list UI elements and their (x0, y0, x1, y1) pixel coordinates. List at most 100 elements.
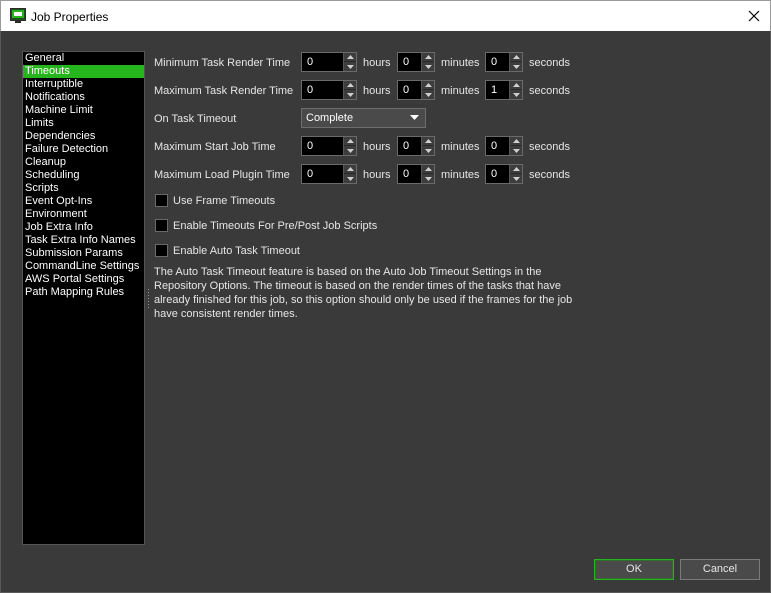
use-frame-timeouts-label[interactable]: Use Frame Timeouts (173, 195, 275, 207)
arrow-up-icon (512, 83, 520, 87)
spin-down-button[interactable] (510, 174, 522, 183)
spinbox-value: 0 (403, 56, 410, 68)
sidebar-item-general[interactable]: General (23, 52, 144, 65)
enable-auto-task-timeout-label[interactable]: Enable Auto Task Timeout (173, 245, 300, 257)
spin-up-button[interactable] (344, 165, 356, 174)
enable-pre-post-timeouts-checkbox[interactable] (155, 219, 168, 232)
monitor-app-icon (10, 8, 26, 23)
sidebar-item-dependencies[interactable]: Dependencies (23, 130, 144, 143)
sidebar-item-commandline-settings[interactable]: CommandLine Settings (23, 260, 144, 273)
enable-auto-task-timeout-checkbox[interactable] (155, 244, 168, 257)
max-task-render-hours-spinbox[interactable]: 0 (301, 80, 357, 100)
arrow-down-icon (512, 92, 520, 97)
hours-unit-label: hours (363, 141, 391, 153)
chevron-down-icon (410, 115, 419, 120)
spin-down-button[interactable] (422, 146, 434, 155)
spin-up-button[interactable] (510, 81, 522, 90)
spin-up-button[interactable] (510, 53, 522, 62)
minutes-unit-label: minutes (441, 57, 480, 69)
close-button[interactable] (743, 6, 765, 26)
spin-up-button[interactable] (422, 137, 434, 146)
spin-down-button[interactable] (344, 146, 356, 155)
cancel-button[interactable]: Cancel (680, 559, 760, 580)
max-task-render-minutes-spinbox[interactable]: 0 (397, 80, 435, 100)
sidebar-item-event-opt-ins[interactable]: Event Opt-Ins (23, 195, 144, 208)
max-load-plugin-minutes-spinbox[interactable]: 0 (397, 164, 435, 184)
spin-down-button[interactable] (422, 90, 434, 99)
spin-down-button[interactable] (422, 62, 434, 71)
max-start-job-minutes-spinbox[interactable]: 0 (397, 136, 435, 156)
spin-down-button[interactable] (510, 90, 522, 99)
sidebar-item-notifications[interactable]: Notifications (23, 91, 144, 104)
sidebar-item-aws-portal-settings[interactable]: AWS Portal Settings (23, 273, 144, 286)
sidebar-item-submission-params[interactable]: Submission Params (23, 247, 144, 260)
spin-down-button[interactable] (510, 62, 522, 71)
arrow-up-icon (346, 55, 354, 59)
max-start-job-seconds-spinbox[interactable]: 0 (485, 136, 523, 156)
max-start-job-hours-spinbox[interactable]: 0 (301, 136, 357, 156)
sidebar-item-scripts[interactable]: Scripts (23, 182, 144, 195)
dialog-body: General Timeouts Interruptible Notificat… (0, 31, 771, 593)
sidebar-item-limits[interactable]: Limits (23, 117, 144, 130)
arrow-down-icon (424, 148, 432, 153)
spin-down-button[interactable] (344, 62, 356, 71)
category-list[interactable]: General Timeouts Interruptible Notificat… (22, 51, 145, 545)
minutes-unit-label: minutes (441, 169, 480, 181)
seconds-unit-label: seconds (529, 57, 570, 69)
sidebar-item-failure-detection[interactable]: Failure Detection (23, 143, 144, 156)
arrow-up-icon (512, 55, 520, 59)
spinbox-value: 0 (403, 84, 410, 96)
sidebar-item-timeouts[interactable]: Timeouts (23, 65, 144, 78)
sidebar-item-task-extra-info-names[interactable]: Task Extra Info Names (23, 234, 144, 247)
sidebar-item-scheduling[interactable]: Scheduling (23, 169, 144, 182)
hours-unit-label: hours (363, 57, 391, 69)
max-task-render-seconds-spinbox[interactable]: 1 (485, 80, 523, 100)
ok-button[interactable]: OK (594, 559, 674, 580)
on-task-timeout-label: On Task Timeout (154, 113, 237, 125)
use-frame-timeouts-checkbox[interactable] (155, 194, 168, 207)
hours-unit-label: hours (363, 169, 391, 181)
arrow-up-icon (346, 167, 354, 171)
close-icon (748, 10, 760, 22)
seconds-unit-label: seconds (529, 169, 570, 181)
spinbox-value: 0 (491, 140, 498, 152)
min-task-render-minutes-spinbox[interactable]: 0 (397, 52, 435, 72)
spin-up-button[interactable] (422, 53, 434, 62)
arrow-up-icon (424, 55, 432, 59)
spin-up-button[interactable] (344, 137, 356, 146)
spinbox-value: 1 (491, 84, 498, 96)
enable-pre-post-timeouts-label[interactable]: Enable Timeouts For Pre/Post Job Scripts (173, 220, 377, 232)
arrow-down-icon (346, 92, 354, 97)
max-task-render-label: Maximum Task Render Time (154, 85, 294, 97)
spin-up-button[interactable] (510, 165, 522, 174)
min-task-render-hours-spinbox[interactable]: 0 (301, 52, 357, 72)
spin-up-button[interactable] (422, 165, 434, 174)
minutes-unit-label: minutes (441, 141, 480, 153)
spinbox-value: 0 (307, 168, 314, 180)
arrow-up-icon (424, 139, 432, 143)
spin-down-button[interactable] (510, 146, 522, 155)
min-task-render-seconds-spinbox[interactable]: 0 (485, 52, 523, 72)
on-task-timeout-dropdown[interactable]: Complete (301, 108, 426, 128)
spinbox-value: 0 (307, 140, 314, 152)
sidebar-item-interruptible[interactable]: Interruptible (23, 78, 144, 91)
spin-down-button[interactable] (344, 90, 356, 99)
spinbox-value: 0 (403, 140, 410, 152)
spin-up-button[interactable] (344, 81, 356, 90)
sidebar-item-environment[interactable]: Environment (23, 208, 144, 221)
spin-up-button[interactable] (510, 137, 522, 146)
spinbox-value: 0 (307, 56, 314, 68)
splitter-handle[interactable] (147, 289, 150, 311)
spin-down-button[interactable] (344, 174, 356, 183)
max-load-plugin-hours-spinbox[interactable]: 0 (301, 164, 357, 184)
sidebar-item-path-mapping-rules[interactable]: Path Mapping Rules (23, 286, 144, 299)
sidebar-item-job-extra-info[interactable]: Job Extra Info (23, 221, 144, 234)
arrow-up-icon (424, 167, 432, 171)
max-load-plugin-seconds-spinbox[interactable]: 0 (485, 164, 523, 184)
spin-up-button[interactable] (422, 81, 434, 90)
spin-down-button[interactable] (422, 174, 434, 183)
sidebar-item-cleanup[interactable]: Cleanup (23, 156, 144, 169)
spinbox-value: 0 (307, 84, 314, 96)
spin-up-button[interactable] (344, 53, 356, 62)
sidebar-item-machine-limit[interactable]: Machine Limit (23, 104, 144, 117)
